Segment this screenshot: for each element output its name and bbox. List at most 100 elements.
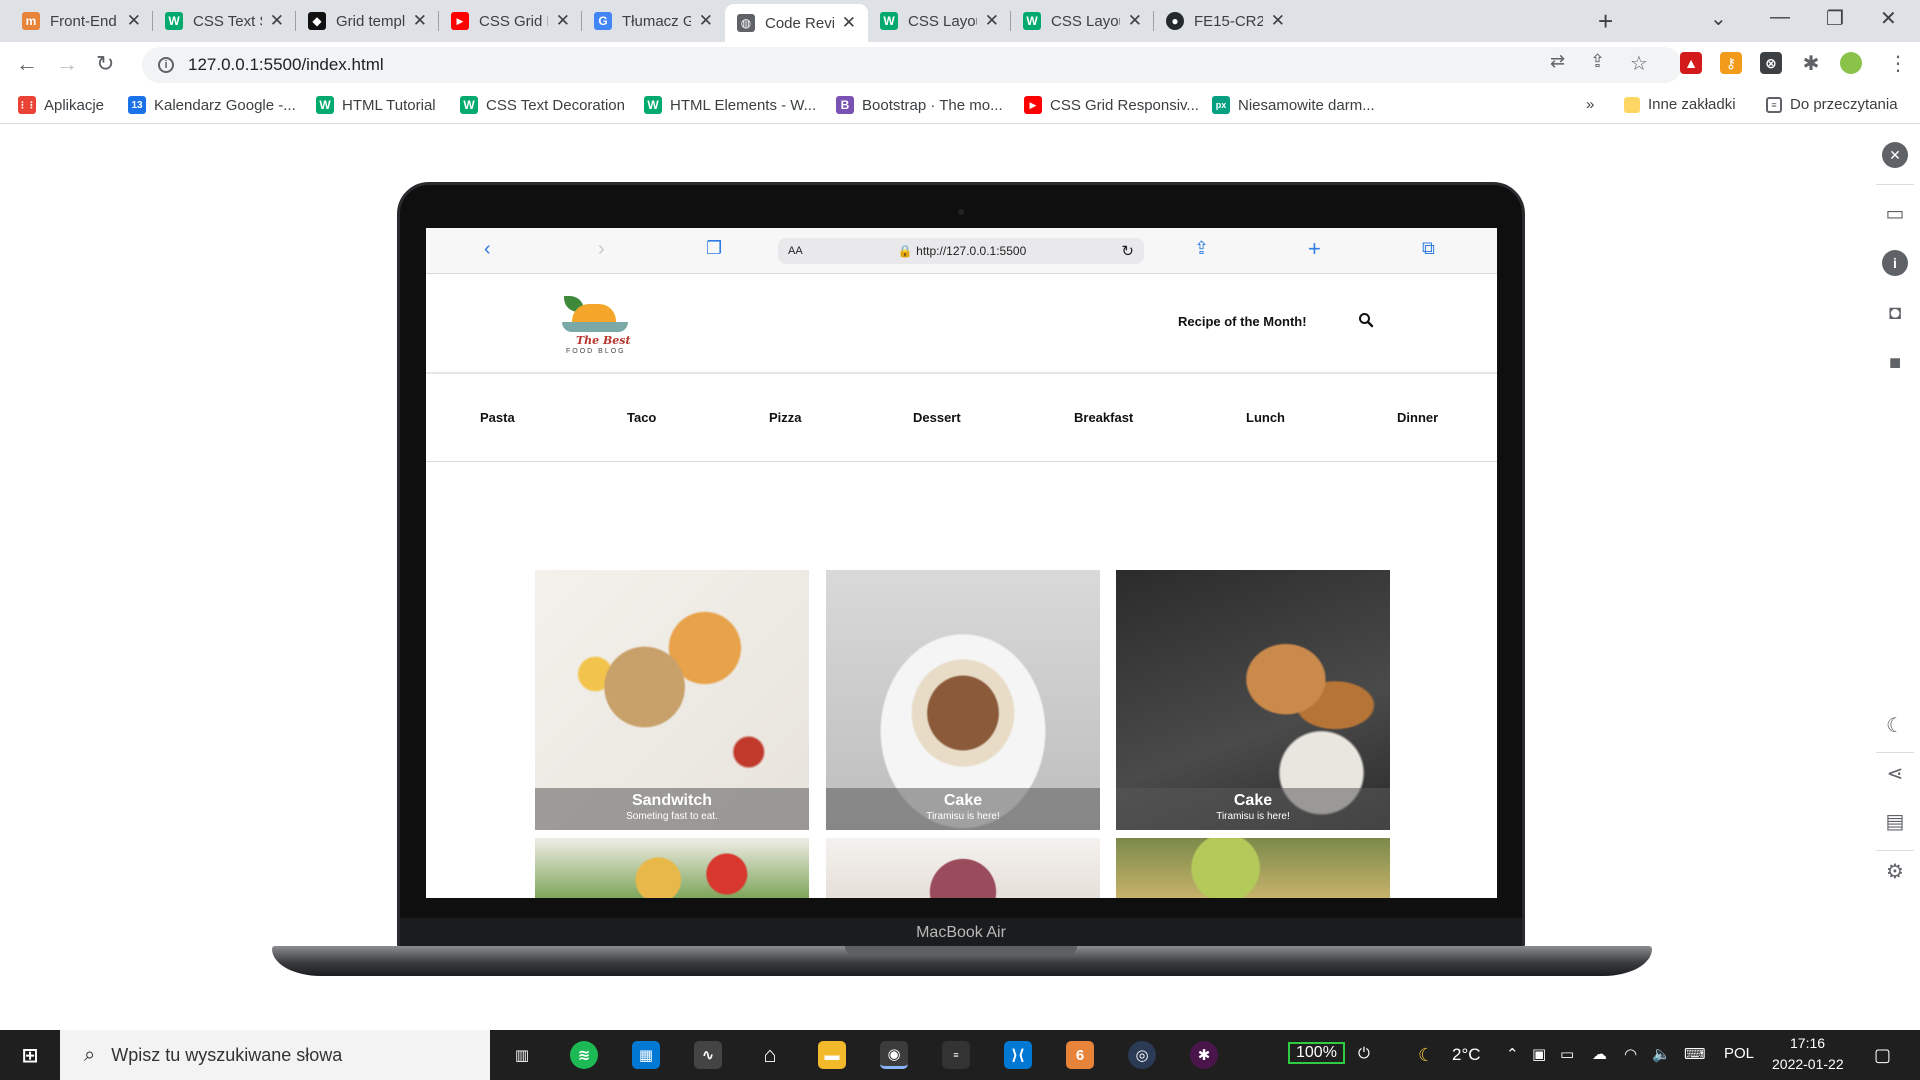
show-hidden-icons-chevron[interactable]: ⌃ xyxy=(1506,1045,1519,1063)
gear-icon[interactable]: ⚙ xyxy=(1882,858,1908,884)
new-tab-plus-icon[interactable]: + xyxy=(1308,236,1321,262)
spotify-icon[interactable]: ≋ xyxy=(570,1041,598,1069)
browser-tab[interactable]: W CSS Text Shad ✕ xyxy=(153,0,296,42)
nav-item-dinner[interactable]: Dinner xyxy=(1397,410,1438,425)
share-icon[interactable]: ⇪ xyxy=(1194,238,1209,259)
clock-time[interactable]: 17:16 xyxy=(1790,1035,1825,1051)
temperature[interactable]: 2°C xyxy=(1452,1045,1481,1065)
bookmark-star-icon[interactable]: ☆ xyxy=(1630,51,1648,76)
recipe-card[interactable]: Cake Tiramisu is here! xyxy=(1116,570,1390,830)
window-close-icon[interactable]: ✕ xyxy=(1880,6,1897,31)
bookmark-item[interactable]: 13 Kalendarz Google -... xyxy=(128,96,296,114)
vscode-icon[interactable]: ⟩⟨ xyxy=(1004,1041,1032,1069)
browser-tab[interactable]: G Tłumacz Goog ✕ xyxy=(582,0,725,42)
plug-icon[interactable]: ⏻ xyxy=(1358,1045,1370,1062)
close-icon[interactable]: ✕ xyxy=(699,11,713,31)
weather-moon-icon[interactable]: ☾ xyxy=(1418,1045,1434,1066)
safari-address-bar[interactable]: AA 🔒 http://127.0.0.1:5500 ↻ xyxy=(778,238,1144,264)
pdf-extension-icon[interactable]: ▲ xyxy=(1680,52,1702,74)
home-icon[interactable]: ⌂ xyxy=(756,1041,784,1069)
browser-tab[interactable]: m Front-End 15.0 ✕ xyxy=(10,0,153,42)
audio-app-icon[interactable]: ∿ xyxy=(694,1041,722,1069)
info-icon[interactable]: i xyxy=(1882,250,1908,276)
bookmark-other-folder[interactable]: Inne zakładki xyxy=(1624,96,1736,113)
browser-tab[interactable]: ◆ Grid template ✕ xyxy=(296,0,439,42)
microsoft-store-icon[interactable]: ▦ xyxy=(632,1041,660,1069)
bookmark-item[interactable]: W HTML Elements - W... xyxy=(644,96,816,114)
notifications-icon[interactable]: ▢ xyxy=(1874,1045,1891,1066)
minimize-icon[interactable]: — xyxy=(1770,6,1790,29)
comment-icon[interactable]: ▤ xyxy=(1882,808,1908,834)
nav-item-lunch[interactable]: Lunch xyxy=(1246,410,1285,425)
volume-icon[interactable]: 🔈 xyxy=(1652,1045,1671,1063)
onedrive-cloud-icon[interactable]: ☁ xyxy=(1592,1045,1607,1063)
nav-item-breakfast[interactable]: Breakfast xyxy=(1074,410,1133,425)
close-icon[interactable]: ✕ xyxy=(1271,11,1285,31)
close-circle-icon[interactable]: ✕ xyxy=(1882,142,1908,168)
browser-tab-active[interactable]: ◍ Code Review 2 ✕ xyxy=(725,4,868,42)
tray-app-icon[interactable]: ▣ xyxy=(1532,1045,1546,1063)
chrome-icon[interactable]: ◉ xyxy=(880,1041,908,1069)
taskbar-search-box[interactable]: ⌕ Wpisz tu wyszukiwane słowa xyxy=(60,1030,490,1080)
recipe-card-partial[interactable] xyxy=(535,838,809,898)
reload-icon[interactable]: ↻ xyxy=(1121,242,1134,260)
bookmark-item[interactable]: px Niesamowite darm... xyxy=(1212,96,1375,114)
file-explorer-icon[interactable]: ▬ xyxy=(818,1041,846,1069)
notes-app-icon[interactable]: 6 xyxy=(1066,1041,1094,1069)
nav-item-taco[interactable]: Taco xyxy=(627,410,656,425)
bookmarks-overflow-button[interactable]: » xyxy=(1586,96,1594,113)
wifi-icon[interactable]: ◠ xyxy=(1624,1045,1637,1063)
recipe-card-partial[interactable] xyxy=(826,838,1100,898)
close-icon[interactable]: ✕ xyxy=(556,11,570,31)
close-icon[interactable]: ✕ xyxy=(413,11,427,31)
back-chevron-icon[interactable]: ‹ xyxy=(484,238,491,261)
recipe-card[interactable]: Cake Tiramisu is here! xyxy=(826,570,1100,830)
bookmark-item[interactable]: ▶ CSS Grid Responsiv... xyxy=(1024,96,1199,114)
chrome-menu-icon[interactable]: ⋮ xyxy=(1888,51,1908,76)
forward-arrow-icon[interactable]: → xyxy=(56,51,78,77)
camera-icon[interactable]: ◘ xyxy=(1882,300,1908,326)
bookmark-item[interactable]: W HTML Tutorial xyxy=(316,96,436,114)
browser-tab[interactable]: W CSS Layout - f ✕ xyxy=(868,0,1011,42)
browser-tab[interactable]: ● FE15-CR2-Ad ✕ xyxy=(1154,0,1297,42)
reading-list[interactable]: ≡ Do przeczytania xyxy=(1766,96,1898,113)
nav-item-pizza[interactable]: Pizza xyxy=(769,410,802,425)
text-size-button[interactable]: AA xyxy=(788,245,803,257)
bookmark-item[interactable]: B Bootstrap · The mo... xyxy=(836,96,1003,114)
close-icon[interactable]: ✕ xyxy=(1128,11,1142,31)
recipe-of-month-link[interactable]: Recipe of the Month! xyxy=(1178,314,1307,329)
forward-chevron-icon[interactable]: › xyxy=(598,238,605,261)
puzzle-extensions-icon[interactable]: ✱ xyxy=(1800,52,1822,75)
battery-icon[interactable]: ▭ xyxy=(1560,1045,1574,1063)
address-bar[interactable]: i 127.0.0.1:5500/index.html xyxy=(142,47,1682,83)
battery-percent-badge[interactable]: 100% xyxy=(1288,1042,1345,1064)
recipe-card[interactable]: Sandwitch Someting fast to eat. xyxy=(535,570,809,830)
site-info-icon[interactable]: i xyxy=(158,57,174,73)
tab-search-chevron-icon[interactable]: ⌄ xyxy=(1710,6,1727,31)
bookmark-item[interactable]: W CSS Text Decoration xyxy=(460,96,625,114)
bookmarks-book-icon[interactable]: ❐ xyxy=(706,238,722,259)
windows-start-icon[interactable]: ⊞ xyxy=(16,1041,44,1069)
input-language[interactable]: POL xyxy=(1724,1045,1754,1062)
food-blog-logo[interactable]: The Best FOOD BLOG xyxy=(556,288,636,360)
close-icon[interactable]: ✕ xyxy=(270,11,284,31)
slack-icon[interactable]: ✱ xyxy=(1190,1041,1218,1069)
tabs-overview-icon[interactable]: ⧉ xyxy=(1422,238,1435,259)
task-view-icon[interactable]: ▥ xyxy=(508,1041,536,1069)
key-extension-icon[interactable]: ⚷ xyxy=(1720,52,1742,74)
moon-icon[interactable]: ☾ xyxy=(1882,712,1908,738)
new-tab-plus-icon[interactable]: + xyxy=(1598,6,1613,37)
extension-icon[interactable]: ⊗ xyxy=(1760,52,1782,74)
keyboard-icon[interactable]: ⌨ xyxy=(1684,1045,1706,1063)
share-nodes-icon[interactable]: ⋖ xyxy=(1882,760,1908,786)
clock-date[interactable]: 2022-01-22 xyxy=(1772,1056,1844,1072)
close-icon[interactable]: ✕ xyxy=(842,13,856,33)
browser-tab[interactable]: W CSS Layout - i ✕ xyxy=(1011,0,1154,42)
browser-tab[interactable]: ▶ CSS Grid Resp ✕ xyxy=(439,0,582,42)
reload-icon[interactable]: ↻ xyxy=(96,51,114,77)
stacks-icon[interactable]: ≡ xyxy=(942,1041,970,1069)
back-arrow-icon[interactable]: ← xyxy=(16,51,38,77)
share-icon[interactable]: ⇪ xyxy=(1590,51,1605,72)
maximize-icon[interactable]: ❐ xyxy=(1826,6,1844,31)
recipe-card-partial[interactable] xyxy=(1116,838,1390,898)
